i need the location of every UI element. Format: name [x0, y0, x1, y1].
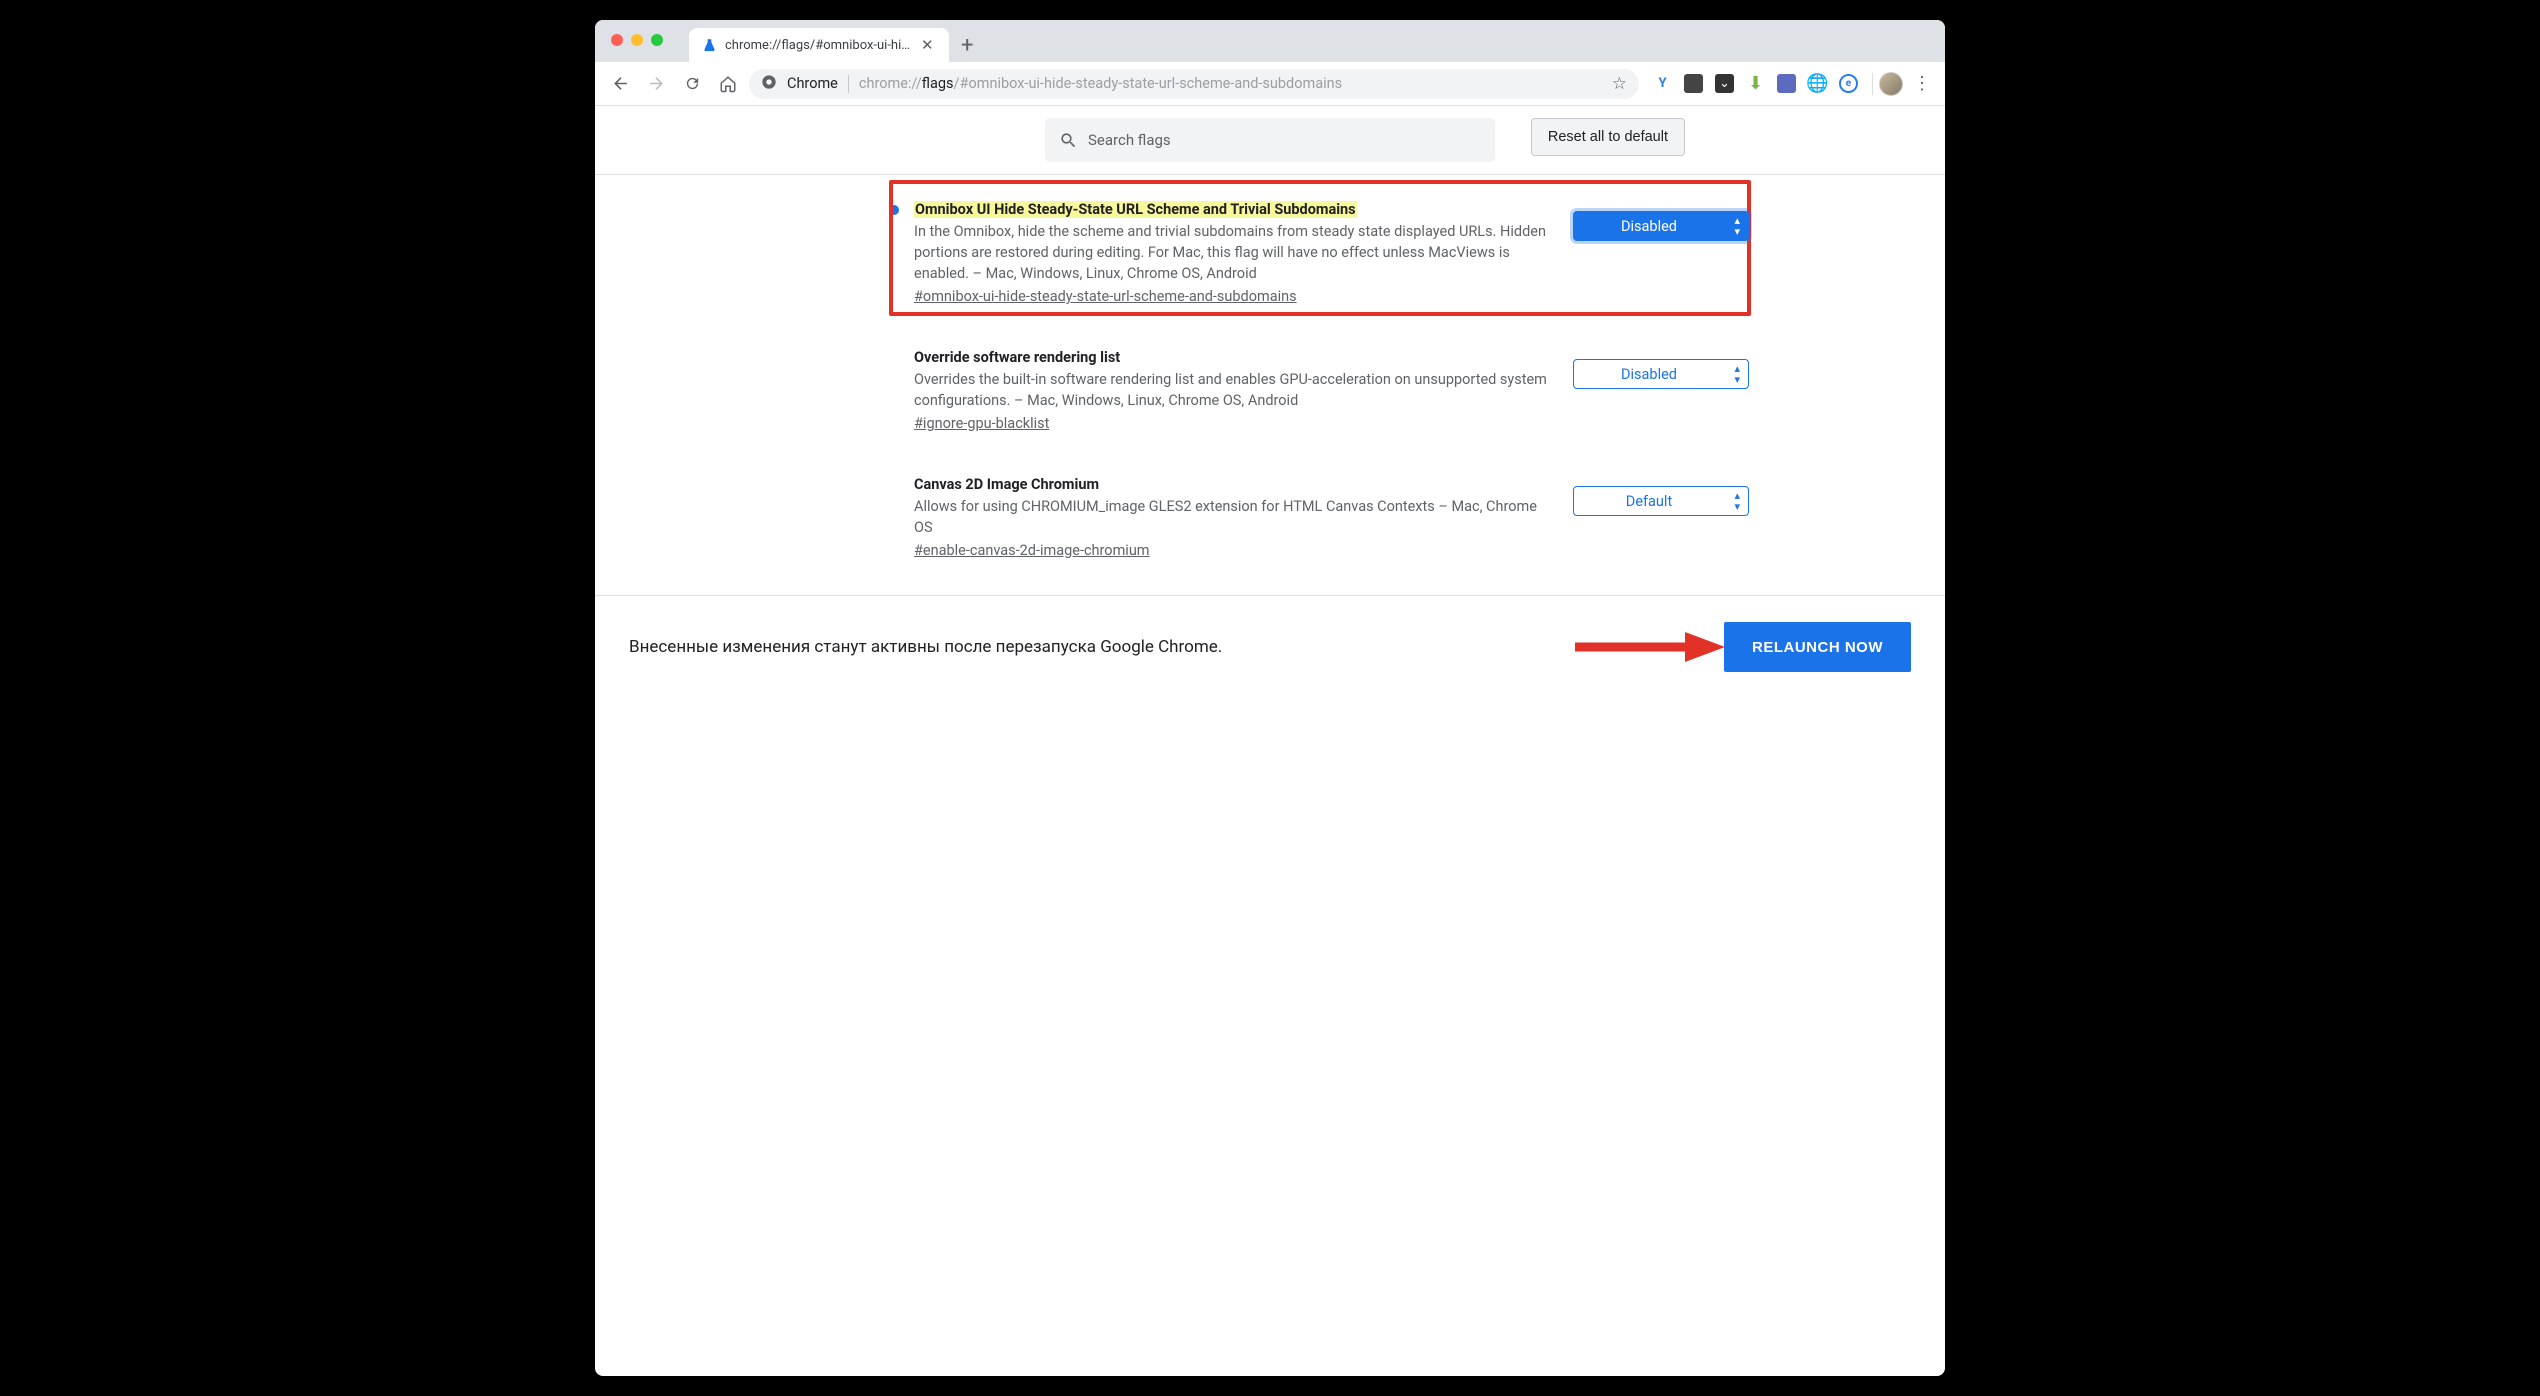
- flag-description: Allows for using CHROMIUM_image GLES2 ex…: [914, 496, 1553, 538]
- close-window-button[interactable]: [611, 34, 623, 46]
- flag-title: Canvas 2D Image Chromium: [914, 476, 1099, 493]
- extension-icon-7[interactable]: e: [1839, 74, 1858, 93]
- flag-row: Canvas 2D Image Chromium Allows for usin…: [889, 460, 1749, 573]
- new-tab-button[interactable]: +: [961, 28, 973, 62]
- download-arrow-icon[interactable]: ⬇: [1746, 74, 1765, 93]
- extension-icon-1[interactable]: Y: [1653, 74, 1672, 93]
- extension-icons: Y ⌄ ⬇ 🌐 e: [1645, 74, 1866, 93]
- flag-description: Overrides the built-in software renderin…: [914, 369, 1553, 411]
- tab-close-button[interactable]: ✕: [918, 36, 937, 54]
- minimize-window-button[interactable]: [631, 34, 643, 46]
- pocket-icon[interactable]: ⌄: [1715, 74, 1734, 93]
- browser-menu-button[interactable]: ⋮: [1909, 73, 1935, 94]
- select-caret-icon: ▴▾: [1734, 490, 1740, 512]
- flag-row: Omnibox UI Hide Steady-State URL Scheme …: [889, 185, 1749, 319]
- window-controls: [611, 34, 663, 46]
- flag-anchor-link[interactable]: #omnibox-ui-hide-steady-state-url-scheme…: [914, 288, 1297, 305]
- flag-title: Omnibox UI Hide Steady-State URL Scheme …: [914, 201, 1357, 218]
- flag-state-value: Disabled: [1621, 366, 1677, 383]
- flags-list: Omnibox UI Hide Steady-State URL Scheme …: [595, 175, 1945, 595]
- bookmark-star-icon[interactable]: ☆: [1612, 74, 1627, 94]
- annotation-arrow: [1575, 632, 1725, 662]
- home-button[interactable]: [713, 69, 743, 99]
- flag-state-select[interactable]: Default ▴▾: [1573, 486, 1749, 516]
- flag-state-select[interactable]: Disabled ▴▾: [1573, 359, 1749, 389]
- omnibox-url: chrome://flags/#omnibox-ui-hide-steady-s…: [859, 75, 1342, 92]
- omnibox-chip: Chrome: [787, 75, 838, 92]
- flag-title: Override software rendering list: [914, 349, 1120, 366]
- relaunch-message: Внесенные изменения станут активны после…: [629, 637, 1222, 657]
- browser-toolbar: Chrome chrome://flags/#omnibox-ui-hide-s…: [595, 62, 1945, 106]
- flag-modified-dot: [889, 205, 899, 215]
- search-flags-input[interactable]: Search flags: [1045, 118, 1495, 162]
- select-caret-icon: ▴▾: [1734, 363, 1740, 385]
- select-caret-icon: ▴▾: [1734, 215, 1740, 237]
- profile-avatar[interactable]: [1879, 72, 1903, 96]
- flag-row: Override software rendering list Overrid…: [889, 333, 1749, 446]
- flask-icon: [701, 37, 717, 53]
- flags-header: Search flags Reset all to default: [595, 106, 1945, 175]
- flags-page: Search flags Reset all to default Omnibo…: [595, 106, 1945, 698]
- forward-button[interactable]: [641, 69, 671, 99]
- browser-window: chrome://flags/#omnibox-ui-hi… ✕ + Chrom…: [595, 20, 1945, 1376]
- tab-strip: chrome://flags/#omnibox-ui-hi… ✕ +: [595, 20, 1945, 62]
- relaunch-now-button[interactable]: RELAUNCH NOW: [1724, 622, 1911, 672]
- toolbar-separator: [1872, 73, 1873, 95]
- reset-all-button[interactable]: Reset all to default: [1531, 118, 1685, 156]
- flag-state-select[interactable]: Disabled ▴▾: [1573, 211, 1749, 241]
- back-button[interactable]: [605, 69, 635, 99]
- reload-button[interactable]: [677, 69, 707, 99]
- omnibox[interactable]: Chrome chrome://flags/#omnibox-ui-hide-s…: [749, 69, 1639, 99]
- flag-anchor-link[interactable]: #ignore-gpu-blacklist: [914, 415, 1049, 432]
- globe-icon[interactable]: 🌐: [1808, 74, 1827, 93]
- flag-state-value: Default: [1626, 493, 1672, 510]
- relaunch-footer: Внесенные изменения станут активны после…: [595, 595, 1945, 698]
- extension-icon-5[interactable]: [1777, 74, 1796, 93]
- flag-state-value: Disabled: [1621, 218, 1677, 235]
- flag-description: In the Omnibox, hide the scheme and triv…: [914, 221, 1553, 284]
- extension-icon-2[interactable]: [1684, 74, 1703, 93]
- flag-anchor-link[interactable]: #enable-canvas-2d-image-chromium: [914, 542, 1150, 559]
- chrome-disc-icon: [761, 74, 777, 94]
- search-icon: [1059, 131, 1078, 150]
- chip-separator: [848, 75, 849, 93]
- browser-tab[interactable]: chrome://flags/#omnibox-ui-hi… ✕: [689, 28, 949, 62]
- tab-title: chrome://flags/#omnibox-ui-hi…: [725, 38, 910, 53]
- maximize-window-button[interactable]: [651, 34, 663, 46]
- search-placeholder: Search flags: [1088, 131, 1171, 149]
